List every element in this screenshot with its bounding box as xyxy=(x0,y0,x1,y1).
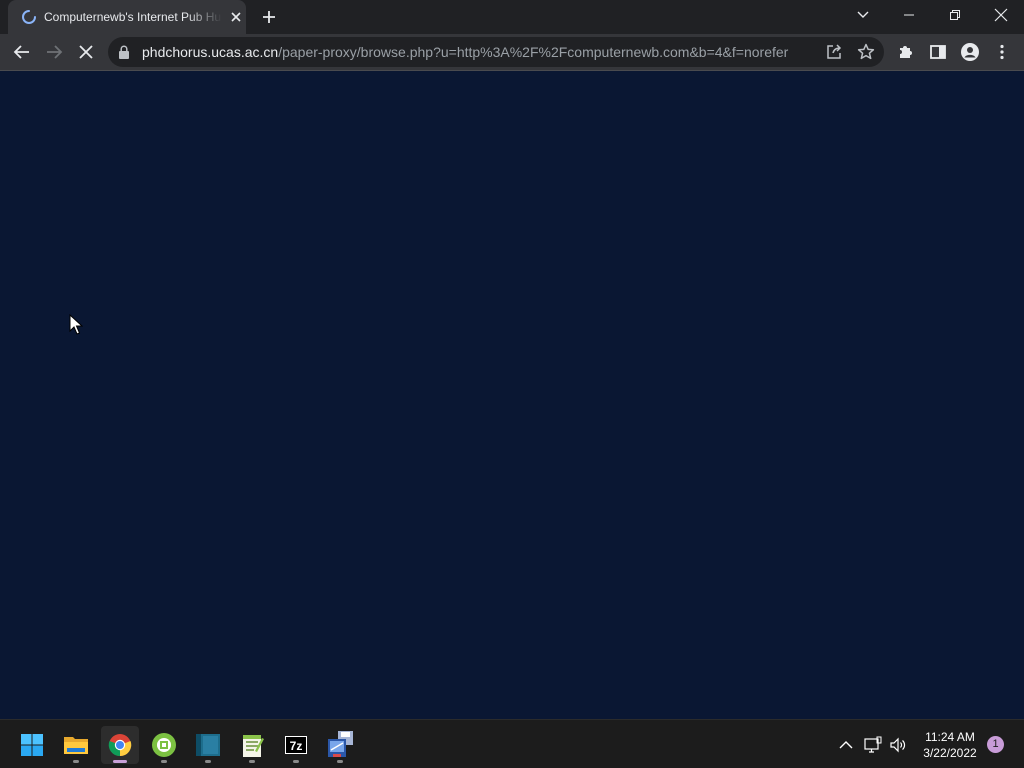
url-host: phdchorus.ucas.ac.cn xyxy=(142,44,279,60)
arrow-left-icon xyxy=(13,45,29,59)
taskbar-app-chrome[interactable] xyxy=(101,726,139,764)
control-panel-icon xyxy=(328,731,353,757)
profile-button[interactable] xyxy=(956,38,984,66)
7zip-label: 7z xyxy=(290,739,303,753)
browser-toolbar: phdchorus.ucas.ac.cn/paper-proxy/browse.… xyxy=(0,34,1024,70)
chrome-icon xyxy=(108,734,132,757)
taskbar-app-control-panel[interactable] xyxy=(321,726,359,764)
running-indicator xyxy=(205,760,211,763)
side-panel-button[interactable] xyxy=(924,38,952,66)
stop-loading-button[interactable] xyxy=(72,38,100,66)
mouse-cursor-icon xyxy=(69,314,83,335)
browser-tab[interactable]: Computernewb's Internet Pub Hub xyxy=(8,0,246,34)
menu-button[interactable] xyxy=(988,38,1016,66)
minimize-icon xyxy=(904,14,914,16)
green-app-icon xyxy=(152,733,176,757)
folder-icon xyxy=(64,737,88,754)
arrow-right-icon xyxy=(47,45,63,59)
side-panel-icon xyxy=(930,45,946,59)
url-text[interactable]: phdchorus.ucas.ac.cn/paper-proxy/browse.… xyxy=(142,44,788,60)
system-clock[interactable]: 11:24 AM 3/22/2022 xyxy=(916,729,984,761)
notification-badge[interactable]: 1 xyxy=(987,736,1004,753)
new-tab-icon[interactable] xyxy=(259,7,279,27)
minimize-button[interactable] xyxy=(886,0,932,30)
running-indicator xyxy=(113,760,127,763)
tab-search-button[interactable] xyxy=(840,0,886,30)
loading-spinner-icon xyxy=(22,10,36,24)
star-icon[interactable] xyxy=(856,42,876,62)
puzzle-icon xyxy=(900,46,912,58)
notepad-icon xyxy=(243,735,264,757)
close-icon xyxy=(994,8,1008,22)
network-icon[interactable] xyxy=(864,736,882,754)
windows-logo-icon xyxy=(21,734,43,756)
close-icon xyxy=(79,45,93,59)
volume-icon[interactable] xyxy=(889,736,907,754)
restore-button[interactable] xyxy=(932,0,978,30)
running-indicator xyxy=(249,760,255,763)
forward-button[interactable] xyxy=(40,38,68,66)
running-indicator xyxy=(161,760,167,763)
clock-date: 3/22/2022 xyxy=(923,746,977,760)
share-icon[interactable] xyxy=(824,42,844,62)
running-indicator xyxy=(337,760,343,763)
taskbar-app-notepad-plus[interactable] xyxy=(233,726,271,764)
back-button[interactable] xyxy=(8,38,36,66)
close-window-button[interactable] xyxy=(978,0,1024,30)
screen: Computernewb's Internet Pub Hub phdchoru… xyxy=(0,0,1024,768)
extensions-button[interactable] xyxy=(892,38,920,66)
teal-book-icon xyxy=(196,734,220,756)
start-button[interactable] xyxy=(13,726,51,764)
running-indicator xyxy=(293,760,299,763)
taskbar-app-file-explorer[interactable] xyxy=(57,726,95,764)
taskbar: 7z 11:24 AM 3/22/2022 1 xyxy=(0,719,1024,768)
clock-time: 11:24 AM xyxy=(925,730,975,744)
restore-icon xyxy=(950,10,960,20)
taskbar-app-green[interactable] xyxy=(145,726,183,764)
taskbar-app-7zip[interactable]: 7z xyxy=(277,726,315,764)
url-path: /paper-proxy/browse.php?u=http%3A%2F%2Fc… xyxy=(278,44,789,60)
tab-close-icon[interactable] xyxy=(228,9,244,25)
chevron-up-icon[interactable] xyxy=(837,736,855,754)
7zip-icon: 7z xyxy=(285,736,307,754)
chevron-down-icon xyxy=(857,11,869,18)
address-bar[interactable]: phdchorus.ucas.ac.cn/paper-proxy/browse.… xyxy=(108,37,884,67)
taskbar-app-teal[interactable] xyxy=(189,726,227,764)
tab-strip: Computernewb's Internet Pub Hub xyxy=(0,0,1024,34)
tab-title: Computernewb's Internet Pub Hub xyxy=(44,10,222,24)
running-indicator xyxy=(73,760,79,763)
profile-icon xyxy=(961,43,979,61)
lock-icon[interactable] xyxy=(118,45,130,59)
page-content[interactable] xyxy=(0,71,1024,719)
kebab-menu-icon xyxy=(1000,44,1004,60)
